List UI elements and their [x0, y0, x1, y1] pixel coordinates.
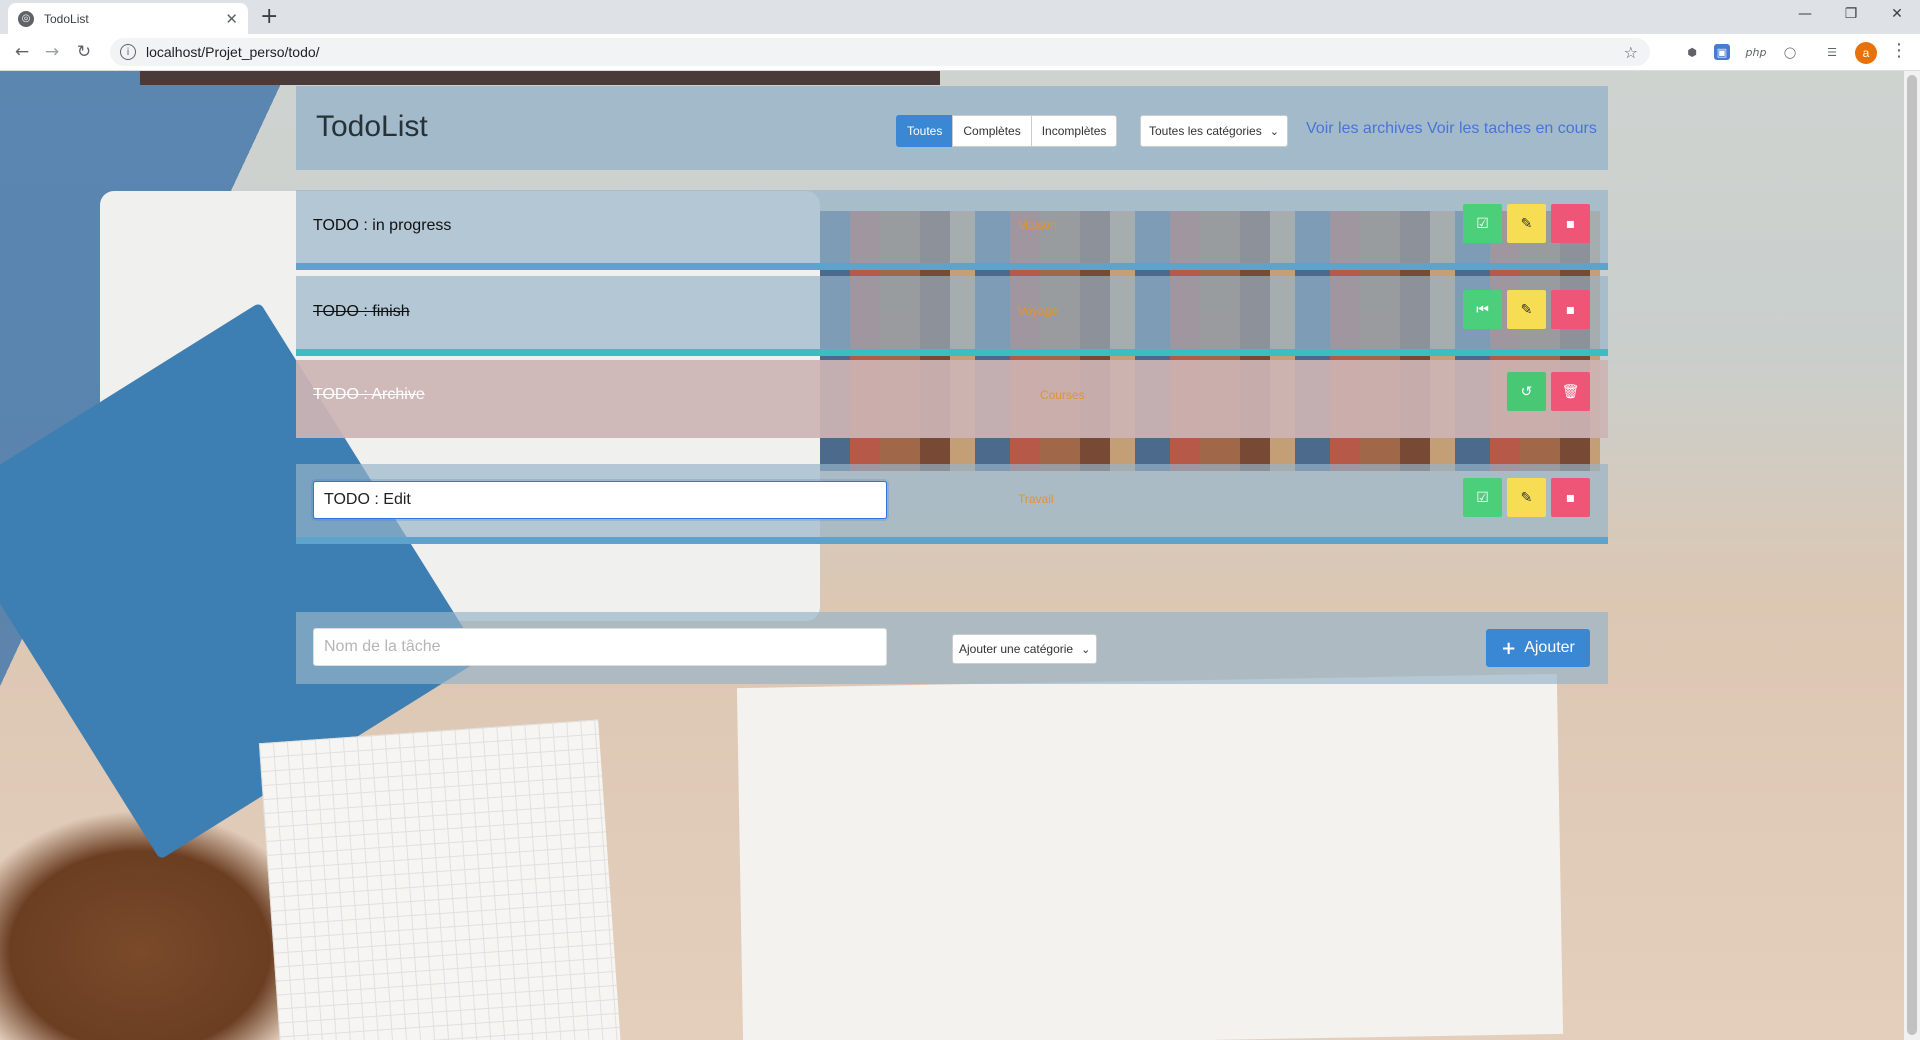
edit-todo-input[interactable] — [313, 481, 887, 519]
view-archives-link[interactable]: Voir les archives — [1306, 120, 1423, 137]
view-ongoing-link[interactable]: Voir les taches en cours — [1427, 120, 1597, 137]
todo-category: Travail — [1018, 492, 1054, 506]
url-text: localhost/Projet_perso/todo/ — [146, 44, 320, 60]
category-filter-label: Toutes les catégories — [1149, 124, 1262, 138]
back-icon[interactable]: ← — [10, 40, 34, 64]
todo-actions: ↺ 🗑 — [1502, 372, 1590, 411]
todo-text: TODO : in progress — [313, 217, 452, 234]
todo-status-bar — [296, 537, 1608, 544]
close-icon[interactable]: ✕ — [225, 10, 238, 28]
delete-trash-button[interactable]: 🗑 — [1551, 372, 1590, 411]
forward-icon[interactable]: → — [40, 40, 64, 64]
todo-status-bar — [296, 349, 1608, 356]
undo-complete-button[interactable]: ⏮ — [1463, 290, 1502, 329]
extension-icon[interactable]: ▣ — [1714, 44, 1730, 60]
page-title: TodoList — [316, 110, 428, 143]
tab-title: TodoList — [44, 11, 89, 26]
browser-tab[interactable]: ◎ TodoList ✕ — [8, 3, 248, 34]
filter-complete-button[interactable]: Complètes — [952, 115, 1032, 147]
reload-icon[interactable]: ↻ — [72, 40, 96, 64]
edit-button[interactable]: ✎ — [1507, 478, 1546, 517]
filter-button-group: Toutes Complètes Incomplètes — [896, 115, 1118, 147]
app-header: TodoList Toutes Complètes Incomplètes To… — [296, 86, 1608, 170]
todo-item: TODO : finish Voyage ⏮ ✎ ▪ — [296, 276, 1608, 356]
todo-text: TODO : Archive — [313, 386, 425, 403]
background-open-book — [736, 673, 1564, 1040]
category-filter-select[interactable]: Toutes les catégories ⌄ — [1140, 115, 1288, 147]
php-extension-icon[interactable]: php — [1746, 42, 1767, 62]
todo-item-editing: Travail ☑ ✎ ▪ — [296, 464, 1608, 544]
restore-icon-button[interactable]: ↺ — [1507, 372, 1546, 411]
add-category-select[interactable]: Ajouter une catégorie ⌄ — [952, 634, 1098, 664]
archive-button[interactable]: ▪ — [1551, 204, 1590, 243]
todo-item-archived: TODO : Archive Courses ↺ 🗑 — [296, 360, 1608, 438]
todo-category: Voyage — [1018, 304, 1059, 318]
profile-avatar[interactable]: a — [1855, 42, 1877, 64]
edit-button[interactable]: ✎ — [1507, 290, 1546, 329]
page-scrollbar[interactable] — [1904, 71, 1920, 1040]
chevron-down-icon: ⌄ — [1081, 642, 1091, 656]
menu-dots-icon[interactable]: ⋮ — [1890, 40, 1908, 61]
browser-toolbar: ← → ↻ i localhost/Projet_perso/todo/ ☆ ⬢… — [0, 34, 1920, 71]
archive-button[interactable]: ▪ — [1551, 478, 1590, 517]
restore-icon[interactable]: ❐ — [1828, 0, 1874, 28]
filter-incomplete-button[interactable]: Incomplètes — [1030, 115, 1118, 147]
complete-check-button[interactable]: ☑ — [1463, 478, 1502, 517]
add-todo-form: Ajouter une catégorie ⌄ + Ajouter — [296, 612, 1608, 684]
new-tab-button[interactable]: + — [260, 4, 278, 29]
chevron-down-icon: ⌄ — [1269, 124, 1279, 138]
extension-circle-icon[interactable]: ◯ — [1780, 42, 1800, 62]
globe-icon: ◎ — [18, 10, 34, 27]
todo-actions: ☑ ✎ ▪ — [1458, 478, 1590, 517]
media-queue-icon[interactable]: ☰ — [1822, 42, 1842, 62]
filter-all-button[interactable]: Toutes — [896, 115, 954, 147]
todo-category: Courses — [1040, 388, 1085, 402]
address-bar[interactable]: i localhost/Projet_perso/todo/ ☆ — [110, 38, 1650, 66]
bookmark-star-icon[interactable]: ☆ — [1624, 43, 1638, 62]
todo-status-bar — [296, 263, 1608, 270]
todo-item: TODO : in progress Maison ☑ ✎ ▪ — [296, 190, 1608, 270]
add-task-label: Ajouter — [1524, 639, 1575, 656]
window-close-icon[interactable]: ✕ — [1874, 0, 1920, 28]
new-task-input[interactable] — [313, 628, 887, 666]
info-icon[interactable]: i — [120, 44, 136, 60]
background-notebook — [258, 719, 622, 1040]
archive-links: Voir les archives Voir les taches en cou… — [1306, 120, 1597, 138]
todo-category: Maison — [1018, 218, 1057, 232]
plus-icon: + — [1501, 637, 1517, 659]
archive-button[interactable]: ▪ — [1551, 290, 1590, 329]
complete-check-button[interactable]: ☑ — [1463, 204, 1502, 243]
add-category-label: Ajouter une catégorie — [959, 642, 1074, 656]
todo-actions: ☑ ✎ ▪ — [1458, 204, 1590, 243]
add-task-button[interactable]: + Ajouter — [1486, 629, 1590, 667]
todo-actions: ⏮ ✎ ▪ — [1458, 290, 1590, 329]
browser-tabstrip: ◎ TodoList ✕ + — ❐ ✕ — [0, 0, 1920, 34]
extension-shield-icon[interactable]: ⬢ — [1682, 42, 1702, 62]
edit-button[interactable]: ✎ — [1507, 204, 1546, 243]
background-laptop — [140, 71, 940, 85]
minimize-icon[interactable]: — — [1782, 0, 1828, 28]
todo-text: TODO : finish — [313, 303, 410, 320]
